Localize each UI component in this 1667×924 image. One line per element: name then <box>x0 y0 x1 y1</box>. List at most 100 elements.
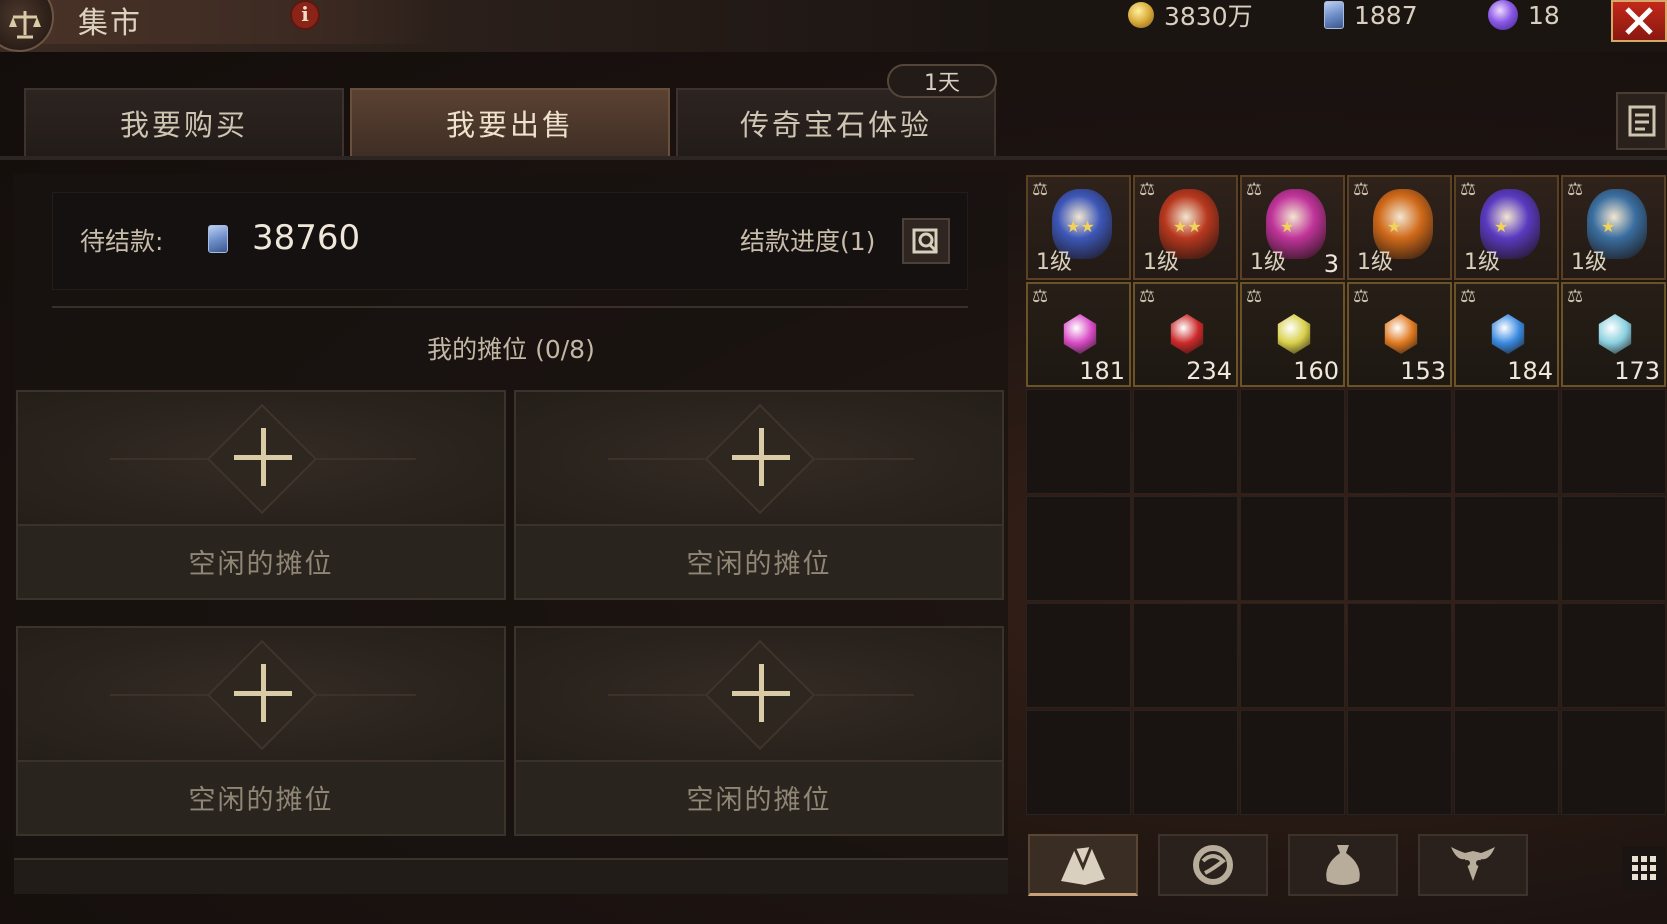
gold-coin-icon <box>1128 2 1154 28</box>
stall-slot-frame <box>516 628 1002 762</box>
pending-payment-value: 38760 <box>252 218 361 258</box>
inventory-slot[interactable] <box>1347 496 1452 601</box>
item-count: 184 <box>1507 357 1553 385</box>
tradeable-scale-icon: ⚖ <box>1353 179 1370 200</box>
item-count: 234 <box>1186 357 1232 385</box>
legendary-gem-slot[interactable]: ⚖ ★★ 1级 <box>1026 175 1131 280</box>
legendary-gem-slot[interactable]: ⚖ ★ 1级 <box>1561 175 1666 280</box>
inventory-slot[interactable] <box>1561 496 1666 601</box>
inventory-slot[interactable] <box>1454 496 1559 601</box>
gem-bag-icon <box>1061 845 1105 885</box>
pending-payment-label: 待结款: <box>80 227 164 256</box>
gold-currency: 3830万 <box>1128 0 1253 31</box>
bag-tab-gems[interactable] <box>1028 834 1138 896</box>
gem-icon <box>1170 314 1204 354</box>
my-stalls-title: 我的摊位 (0/8) <box>427 335 595 364</box>
inventory-slot[interactable] <box>1026 603 1131 708</box>
gem-slot[interactable]: ⚖ 153 <box>1347 282 1452 387</box>
purple-orb-icon <box>1488 0 1518 30</box>
inventory-slot[interactable] <box>1240 603 1345 708</box>
gem-slot[interactable]: ⚖ 173 <box>1561 282 1666 387</box>
legendary-gem-slot[interactable]: ⚖ ★ 1级 3 <box>1240 175 1345 280</box>
tradeable-scale-icon: ⚖ <box>1032 286 1049 307</box>
add-icon <box>234 428 292 486</box>
grid-icon <box>1632 856 1656 880</box>
tradeable-scale-icon: ⚖ <box>1567 286 1584 307</box>
tab-legendary-gem-trial[interactable]: 传奇宝石体验 <box>676 88 996 156</box>
inventory-slot[interactable] <box>1026 710 1131 815</box>
gem-slot[interactable]: ⚖ 160 <box>1240 282 1345 387</box>
demon-mask-icon <box>1451 847 1495 881</box>
grid-menu-button[interactable] <box>1622 846 1666 890</box>
page-title: 集市 <box>78 6 142 41</box>
inventory-slot[interactable] <box>1561 710 1666 815</box>
inventory-slot[interactable] <box>1347 389 1452 494</box>
inventory-slot[interactable] <box>1561 389 1666 494</box>
legendary-gem-slot[interactable]: ⚖ ★ 1级 <box>1347 175 1452 280</box>
inventory-grid: ⚖ ★★ 1级 ⚖ ★★ 1级 ⚖ ★ 1级 3 ⚖ ★ 1级 ⚖ ★ 1级 ⚖ ★ 1级 ⚖ 181 ⚖ 234 ⚖ 160 ⚖… <box>1026 175 1667 815</box>
inventory-slot[interactable] <box>1347 603 1452 708</box>
inventory-slot[interactable] <box>1240 710 1345 815</box>
gem-level: 1级 <box>1036 250 1072 275</box>
stall-slot-label: 空闲的摊位 <box>686 549 832 580</box>
stall-slot-frame <box>18 628 504 762</box>
close-button[interactable] <box>1611 0 1667 42</box>
settlement-progress-button[interactable] <box>902 218 950 264</box>
stall-slot-label: 空闲的摊位 <box>686 785 832 816</box>
legendary-gem-slot[interactable]: ⚖ ★ 1级 <box>1454 175 1559 280</box>
gem-icon <box>1598 314 1632 354</box>
item-count: 181 <box>1079 357 1125 385</box>
inventory-slot[interactable] <box>1133 603 1238 708</box>
stall-slot[interactable]: 空闲的摊位 <box>514 390 1004 600</box>
item-count: 160 <box>1293 357 1339 385</box>
info-icon[interactable]: i <box>290 0 320 30</box>
tradeable-scale-icon: ⚖ <box>1139 286 1156 307</box>
stall-slot[interactable]: 空闲的摊位 <box>16 390 506 600</box>
gem-level: 1级 <box>1571 250 1607 275</box>
legendary-gem-slot[interactable]: ⚖ ★★ 1级 <box>1133 175 1238 280</box>
stall-slot-frame <box>516 392 1002 526</box>
gem-slot[interactable]: ⚖ 181 <box>1026 282 1131 387</box>
bag-tab-demon[interactable] <box>1418 834 1528 896</box>
settlement-progress-label: 结款进度(1) <box>740 227 876 256</box>
bag-tab-pouch[interactable] <box>1288 834 1398 896</box>
gem-slot[interactable]: ⚖ 184 <box>1454 282 1559 387</box>
add-icon <box>234 664 292 722</box>
title-banner <box>0 0 440 44</box>
divider <box>52 306 968 308</box>
orb-currency: 18 <box>1488 0 1560 30</box>
inventory-slot[interactable] <box>1026 389 1131 494</box>
inventory-slot[interactable] <box>1133 496 1238 601</box>
record-button[interactable] <box>1616 92 1667 150</box>
add-icon <box>732 664 790 722</box>
inventory-slot[interactable] <box>1026 496 1131 601</box>
record-book-icon <box>1628 105 1655 137</box>
tab-divider <box>0 156 1667 160</box>
tab-sell[interactable]: 我要出售 <box>350 88 670 156</box>
stall-slot[interactable]: 空闲的摊位 <box>16 626 506 836</box>
rune-bag-icon <box>1193 845 1233 885</box>
inventory-slot[interactable] <box>1347 710 1452 815</box>
tab-buy[interactable]: 我要购买 <box>24 88 344 156</box>
star-rating: ★★ <box>1066 217 1095 236</box>
pouch-icon <box>1326 845 1360 885</box>
tradeable-scale-icon: ⚖ <box>1460 286 1477 307</box>
tradeable-scale-icon: ⚖ <box>1460 179 1477 200</box>
inventory-slot[interactable] <box>1454 389 1559 494</box>
star-rating: ★ <box>1494 217 1509 236</box>
item-count: 173 <box>1614 357 1660 385</box>
inventory-slot[interactable] <box>1133 389 1238 494</box>
stall-slot[interactable]: 空闲的摊位 <box>514 626 1004 836</box>
inventory-slot[interactable] <box>1133 710 1238 815</box>
inventory-slot[interactable] <box>1240 389 1345 494</box>
gold-amount: 3830万 <box>1164 2 1253 31</box>
inventory-slot[interactable] <box>1454 603 1559 708</box>
scroll-currency: 1887 <box>1324 0 1418 30</box>
inventory-slot[interactable] <box>1240 496 1345 601</box>
inventory-slot[interactable] <box>1454 710 1559 815</box>
gem-slot[interactable]: ⚖ 234 <box>1133 282 1238 387</box>
scroll-amount: 1887 <box>1354 0 1418 30</box>
inventory-slot[interactable] <box>1561 603 1666 708</box>
star-rating: ★ <box>1280 217 1295 236</box>
bag-tab-runes[interactable] <box>1158 834 1268 896</box>
